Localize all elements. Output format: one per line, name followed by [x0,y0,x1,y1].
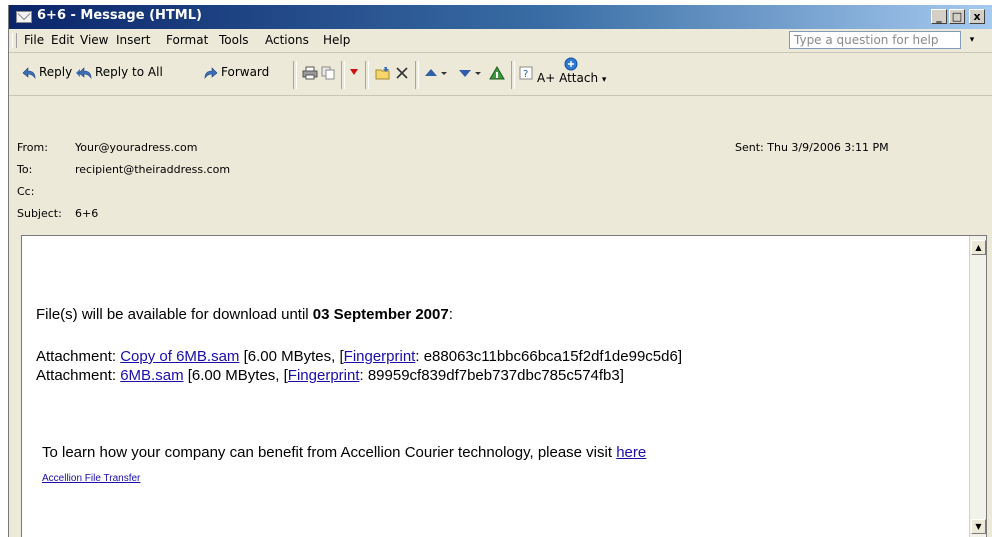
scroll-up-icon[interactable]: ▲ [971,240,986,255]
fingerprint-value: : e88063c11bbc66bca15f2df1de99c5d6] [415,348,682,365]
forward-label: Forward [221,65,270,79]
move-to-folder-icon [375,66,390,79]
svg-text:?: ? [523,69,528,80]
reply-label: Reply [39,65,73,79]
reply-all-icon [76,66,92,79]
accellion-logo-icon [564,57,578,71]
forward-button[interactable]: Forward [203,65,269,80]
to-value: recipient@theiraddress.com [75,163,231,176]
attachment-label: Attachment: [36,348,121,365]
message-body[interactable]: File(s) will be available for download u… [21,235,987,537]
previous-item-icon [425,68,447,76]
attachment-file-link[interactable]: 6MB.sam [120,367,183,384]
attach-prefix: A+ [537,71,556,85]
cc-label: Cc: [17,185,35,198]
envelope-icon [16,11,32,23]
address-book-icon [489,65,505,79]
help-question-input[interactable]: Type a question for help [789,31,961,49]
from-label: From: [17,141,48,154]
menu-help[interactable]: Help [323,33,350,47]
copy-button[interactable] [321,65,337,80]
availability-suffix: : [448,306,453,323]
maximize-button[interactable]: □ [949,9,965,24]
reply-icon [22,66,36,79]
menu-edit[interactable]: Edit [51,33,74,47]
attach-label: Attach [559,71,599,85]
menu-bar: File Edit View Insert Format Tools Actio… [9,29,992,53]
move-to-folder-button[interactable] [375,65,393,80]
attachment-size: [6.00 MBytes, [239,348,340,365]
menu-tools[interactable]: Tools [219,33,249,47]
toolbar-separator [293,61,297,89]
sent-label: Sent: [735,141,764,154]
fingerprint-link[interactable]: Fingerprint [344,348,416,365]
sent-field: Sent: Thu 3/9/2006 3:11 PM [735,141,889,154]
availability-text: File(s) will be available for download u… [36,306,313,323]
here-link[interactable]: here [616,444,646,461]
next-item-button[interactable] [457,65,487,80]
next-item-icon [459,69,481,77]
attach-button[interactable]: A+ Attach ▾ [537,57,606,85]
reply-all-label: Reply to All [95,65,163,79]
reply-button[interactable]: Reply [21,65,72,80]
vertical-scrollbar[interactable]: ▲ ▼ [969,236,986,537]
menu-file[interactable]: File [24,33,44,47]
from-value: Your@youradress.com [75,141,198,154]
accellion-line: Accellion File Transfer [42,473,140,484]
attachment-size: [6.00 MBytes, [183,367,284,384]
subject-value: 6+6 [75,207,99,220]
attachment-line: Attachment: 6MB.sam [6.00 MBytes, [Finge… [36,367,624,384]
subject-label: Subject: [17,207,62,220]
toolbar-grip[interactable] [12,33,17,48]
help-icon: ? [519,66,533,80]
to-label: To: [17,163,33,176]
menu-actions[interactable]: Actions [265,33,309,47]
message-window: 6+6 - Message (HTML) _ □ x File Edit Vie… [8,5,992,537]
learn-more-line: To learn how your company can benefit fr… [42,444,646,461]
window-title: 6+6 - Message (HTML) [37,8,202,23]
toolbar-separator [341,61,345,89]
delete-icon [396,66,408,79]
availability-date: 03 September 2007 [312,306,449,323]
menu-insert[interactable]: Insert [116,33,150,47]
title-bar[interactable]: 6+6 - Message (HTML) _ □ x [9,5,992,29]
printer-icon [302,66,318,79]
attach-dropdown-icon[interactable]: ▾ [602,75,607,85]
toolbar-separator [365,61,369,89]
fingerprint-value: : 89959cf839df7beb737dbc785c574fb3] [359,367,624,384]
follow-up-flag-button[interactable] [348,65,362,80]
menu-format[interactable]: Format [166,33,208,47]
standard-toolbar: Reply Reply to All Forward ? A+ Attach ▾ [9,53,992,96]
sent-value: Thu 3/9/2006 3:11 PM [767,141,889,154]
menu-view[interactable]: View [80,33,108,47]
learn-more-text: To learn how your company can benefit fr… [42,444,617,461]
help-dropdown-icon[interactable]: ▾ [965,33,979,47]
reply-all-button[interactable]: Reply to All [75,65,163,80]
toolbar-separator [415,61,419,89]
copy-icon [321,66,335,79]
attachment-file-link[interactable]: Copy of 6MB.sam [120,348,239,365]
accellion-file-transfer-link[interactable]: Accellion File Transfer [42,473,140,484]
attachment-line: Attachment: Copy of 6MB.sam [6.00 MBytes… [36,348,682,365]
previous-item-button[interactable] [423,65,453,80]
minimize-button[interactable]: _ [931,9,947,24]
forward-icon [204,66,218,79]
flag-icon [350,68,358,75]
print-button[interactable] [302,65,320,80]
fingerprint-link[interactable]: Fingerprint [288,367,360,384]
availability-line: File(s) will be available for download u… [36,306,453,323]
toolbar-separator [511,61,515,89]
scroll-down-icon[interactable]: ▼ [971,519,986,534]
close-button[interactable]: x [969,9,985,24]
attachment-label: Attachment: [36,367,121,384]
help-button[interactable]: ? [519,65,535,80]
delete-button[interactable] [395,65,411,80]
address-book-button[interactable] [489,65,507,80]
